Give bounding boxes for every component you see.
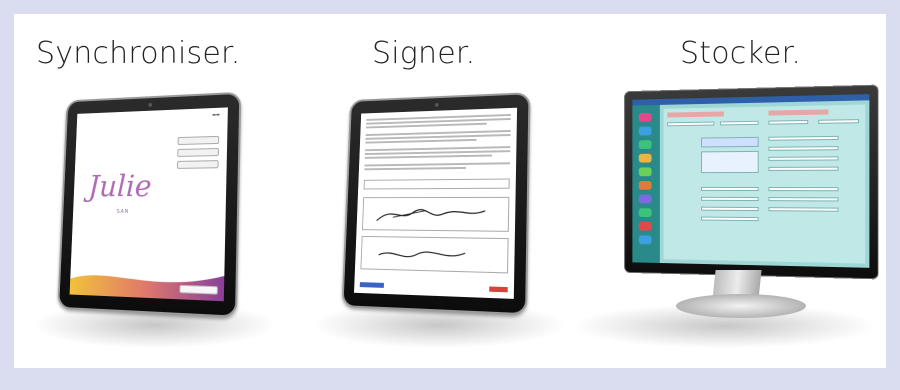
form-header — [768, 109, 829, 116]
signature-drawing — [367, 241, 493, 270]
camera-icon — [434, 102, 439, 107]
form-field[interactable] — [701, 186, 759, 192]
form-field[interactable] — [768, 187, 839, 192]
product-banner: Synchroniser. Signer. Stocker. ▬▬ Julie … — [14, 14, 886, 368]
tablet-1-screen: ▬▬ Julie SAN — [69, 107, 228, 302]
app-menu-button-3[interactable] — [176, 160, 219, 169]
form-field[interactable] — [768, 135, 839, 141]
app-menu-button-1[interactable] — [177, 135, 220, 146]
contract-text-line — [365, 138, 477, 144]
form-header — [667, 111, 724, 118]
monitor-bezel — [624, 84, 879, 280]
form-field[interactable] — [720, 120, 759, 126]
cancel-button[interactable] — [489, 286, 508, 293]
validate-button[interactable] — [359, 282, 384, 288]
module-icon[interactable] — [638, 112, 652, 122]
form-field[interactable] — [768, 197, 839, 202]
module-icon[interactable] — [638, 208, 652, 218]
form-field[interactable] — [768, 166, 839, 171]
julie-logo-sub: SAN — [116, 208, 130, 215]
signature-drawing — [368, 202, 494, 229]
module-icon[interactable] — [638, 167, 652, 177]
heading-signer: Signer. — [372, 36, 476, 71]
monitor-stand-base — [676, 294, 806, 318]
heading-stocker: Stocker. — [680, 36, 802, 71]
module-icon[interactable] — [638, 235, 652, 245]
form-field[interactable] — [768, 146, 839, 151]
tablet-2-screen — [354, 107, 518, 299]
camera-icon — [148, 102, 153, 107]
module-icon[interactable] — [638, 181, 652, 190]
module-icon[interactable] — [638, 153, 652, 163]
form-field[interactable] — [818, 119, 860, 124]
form-field[interactable] — [701, 196, 759, 202]
tablet-signature — [341, 92, 531, 316]
heading-synchroniser: Synchroniser. — [36, 36, 241, 71]
photo-toolbar[interactable] — [701, 136, 759, 148]
software-sidebar — [632, 104, 660, 263]
module-icon[interactable] — [638, 140, 652, 150]
form-field[interactable] — [768, 207, 839, 212]
form-field[interactable] — [667, 121, 715, 127]
software-screen — [632, 94, 870, 268]
contract-text-line — [364, 166, 467, 171]
sync-action-button[interactable] — [179, 284, 218, 295]
desktop-monitor — [624, 84, 879, 280]
module-icon[interactable] — [638, 194, 652, 204]
software-form — [663, 104, 866, 264]
form-field[interactable] — [701, 216, 759, 222]
julie-logo: Julie — [87, 169, 153, 204]
module-icon[interactable] — [638, 126, 652, 136]
signature-pad-1[interactable] — [361, 196, 510, 232]
signature-pad-2[interactable] — [360, 235, 509, 274]
module-icon[interactable] — [638, 221, 652, 231]
app-menu-button-2[interactable] — [177, 147, 219, 157]
signer-select-field[interactable] — [363, 178, 510, 190]
decorative-wave — [69, 270, 225, 302]
list-box[interactable] — [701, 150, 759, 174]
contract-text-line — [364, 162, 511, 167]
tablet-synchronise: ▬▬ Julie SAN — [57, 91, 242, 318]
software-title-bar — [632, 94, 870, 106]
menu-header-mark: ▬▬ — [212, 111, 220, 118]
form-field[interactable] — [768, 119, 809, 125]
form-field[interactable] — [768, 156, 839, 161]
form-field[interactable] — [701, 206, 759, 212]
contract-text-line — [364, 154, 493, 159]
